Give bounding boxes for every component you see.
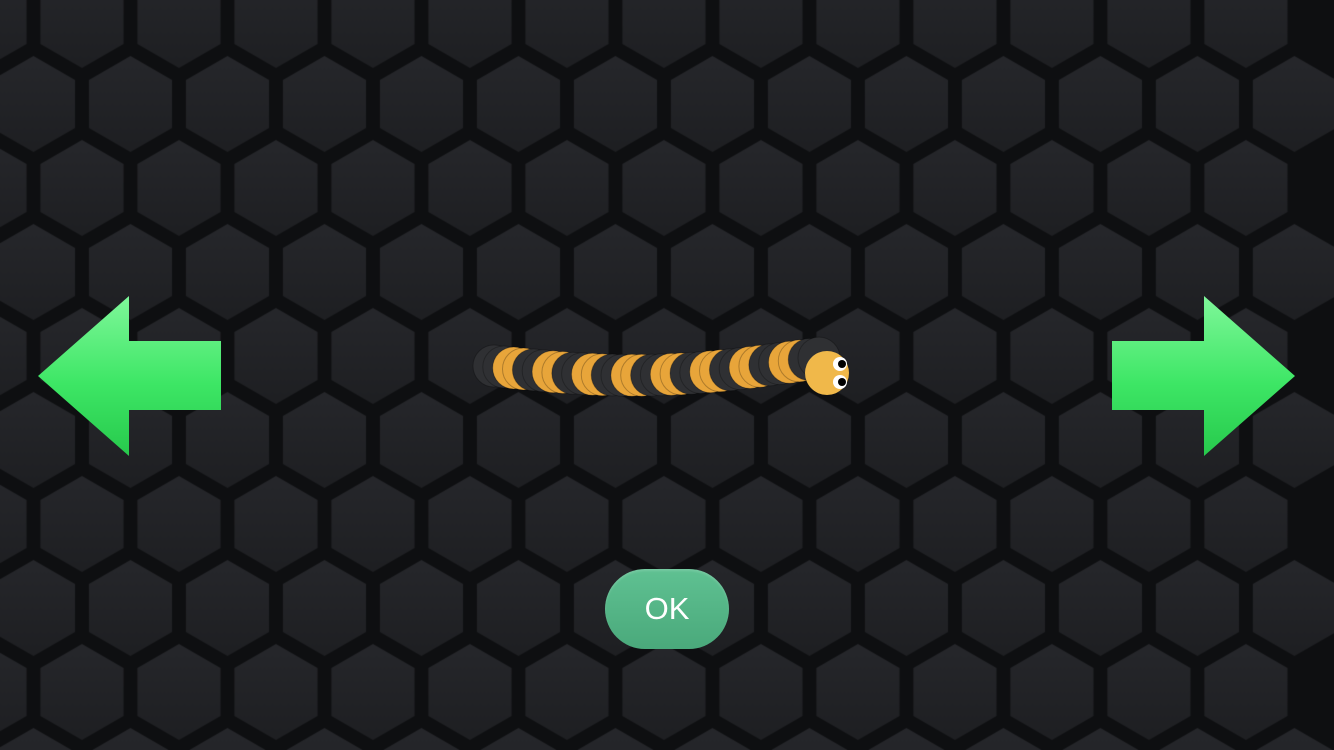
- snake-skin-preview: [472, 336, 849, 397]
- snake-pupil-upper: [838, 360, 846, 368]
- ok-button-label: OK: [644, 591, 690, 626]
- left-arrow-icon: [38, 296, 221, 456]
- next-skin-button[interactable]: [1112, 296, 1297, 456]
- right-arrow-icon: [1112, 296, 1295, 456]
- snake-pupil-lower: [838, 378, 846, 386]
- ok-button[interactable]: OK: [605, 569, 729, 649]
- skin-selector-screen: OK: [0, 0, 1334, 750]
- snake-body: [472, 336, 841, 397]
- snake-head: [805, 351, 849, 395]
- previous-skin-button[interactable]: [38, 296, 223, 456]
